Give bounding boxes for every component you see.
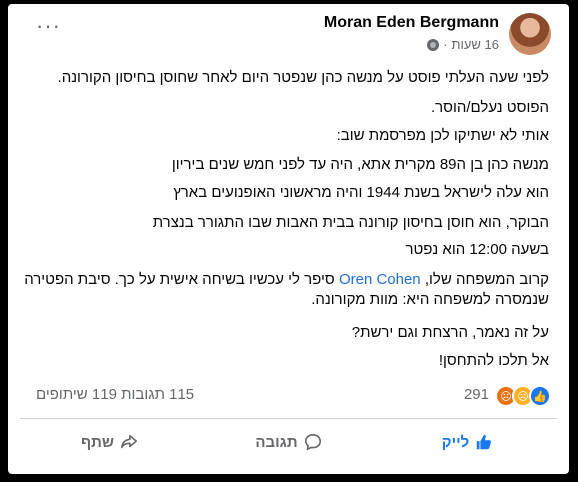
author-name[interactable]: Moran Eden Bergmann [324,14,499,32]
meta-separator: · [443,37,448,52]
post-paragraph: הפוסט נעלם/הוסר. [430,99,549,116]
like-icon: 👍 [529,385,551,407]
post-paragraph: מנשה כהן בן ה89 מקרית אתא, היה עד לפני ח… [171,156,549,173]
reactions-count[interactable]: 291 [464,386,489,403]
post-paragraph: אל תלכו להתחסן! [438,352,549,369]
globe-icon[interactable] [427,38,440,51]
post-stats: 👍 ☹ ☹ 291 115 תגובות 119 שיתופים [8,379,569,407]
post-paragraph: על זה נאמר, הרצחת וגם ירשת? [351,324,549,341]
post-paragraph: לפני שעה העלתי פוסט על מנשה כהן שנפטר הי… [57,69,549,86]
thumbs-up-icon [477,434,492,450]
post-actions: לייק תגובה שתף [20,422,557,462]
share-label: שתף [81,433,114,451]
share-button[interactable]: שתף [20,422,199,462]
post-paragraph: אותי לא ישתיקו לכן מפרסמת שוב: [336,127,549,144]
comment-button[interactable]: תגובה [199,422,378,462]
post-meta: 16 שעות · [427,37,499,52]
post-paragraph: הבוקר, הוא חוסן בחיסון קורונה בבית האבות… [152,214,549,231]
tagged-person-link[interactable]: Oren Cohen [339,271,421,288]
like-label: לייק [441,433,470,451]
post-paragraph-with-tag: קרוב המשפחה שלו, Oren Cohen סיפר לי עכשי… [20,270,549,310]
reaction-icons[interactable]: 👍 ☹ ☹ [495,385,551,407]
post-time[interactable]: 16 שעות [452,37,500,52]
like-button[interactable]: לייק [378,422,557,462]
post-header: Moran Eden Bergmann 16 שעות · ··· [8,4,569,66]
comment-icon [304,433,321,451]
paragraph-text: קרוב המשפחה שלו, [420,271,549,288]
share-icon [120,434,137,449]
more-options-button[interactable]: ··· [36,15,61,37]
post-paragraph: בשעה 12:00 הוא נפטר [405,241,549,258]
post-paragraph: הוא עלה לישראל בשנת 1944 והיה מראשוני הא… [173,184,549,201]
comments-shares-count[interactable]: 115 תגובות 119 שיתופים [36,386,194,403]
author-avatar[interactable] [509,13,551,55]
divider [20,418,557,419]
comment-label: תגובה [255,433,298,451]
post-card: Moran Eden Bergmann 16 שעות · ··· לפני ש… [8,4,569,474]
